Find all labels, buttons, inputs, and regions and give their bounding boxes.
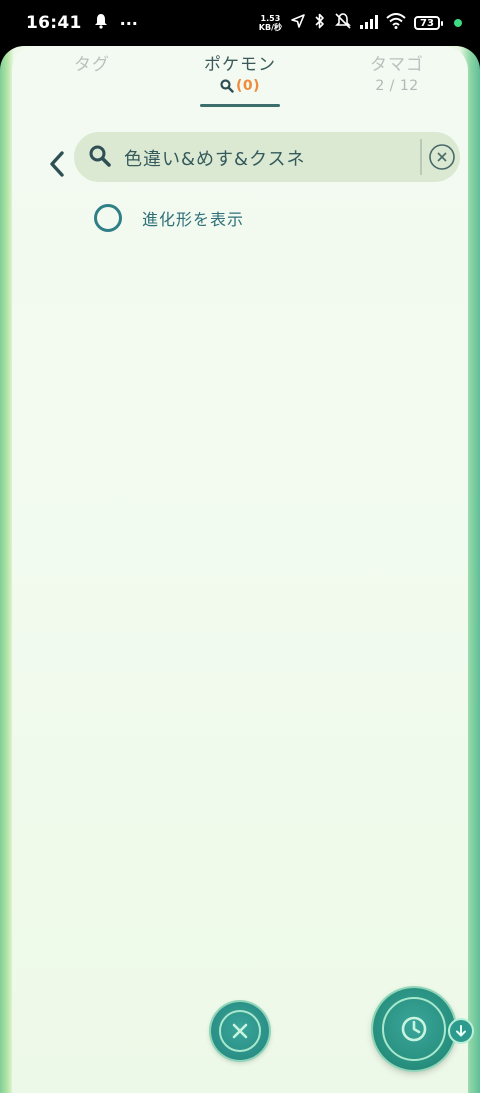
search-icon — [88, 144, 112, 172]
tab-pokemon[interactable]: ポケモン (0) — [190, 50, 290, 94]
show-evolutions-label: 進化形を表示 — [142, 210, 245, 229]
show-evolutions-option[interactable]: 進化形を表示 — [94, 202, 244, 234]
tab-egg-label: タマゴ — [370, 55, 424, 75]
privacy-indicator-dot — [454, 19, 462, 27]
close-circle-icon — [429, 144, 455, 170]
clock-time: 16:41 — [26, 13, 82, 33]
bluetooth-icon — [314, 13, 326, 33]
tab-tag[interactable]: タグ — [62, 50, 122, 75]
egg-count: 2 / 12 — [375, 78, 419, 94]
close-icon — [232, 1023, 248, 1039]
chevron-left-icon — [50, 151, 64, 177]
status-bar: 16:41 ··· 1.53 KB/秒 73 — [0, 0, 480, 46]
more-notifications-icon: ··· — [119, 13, 138, 33]
active-tab-indicator — [200, 104, 280, 107]
close-button[interactable] — [211, 1002, 269, 1060]
clock-icon — [401, 1016, 427, 1042]
tab-egg[interactable]: タマゴ 2 / 12 — [347, 50, 447, 94]
arrow-down-icon — [456, 1025, 466, 1037]
battery-icon: 73 — [414, 16, 443, 30]
back-button[interactable] — [42, 146, 72, 182]
wifi-icon — [386, 13, 406, 33]
show-evolutions-radio[interactable] — [94, 204, 122, 232]
bell-icon — [94, 13, 108, 33]
app-window: タグ ポケモン (0) タマゴ 2 / 12 色違い&めす&クスネ 進化形を表示 — [0, 46, 480, 1093]
signal-icon — [360, 14, 378, 33]
search-query-text[interactable]: 色違い&めす&クスネ — [124, 145, 306, 171]
download-badge[interactable] — [448, 1018, 474, 1044]
tab-bar: タグ ポケモン (0) タマゴ 2 / 12 — [12, 46, 468, 108]
search-small-icon — [220, 79, 234, 93]
clear-search-button[interactable] — [428, 143, 456, 171]
location-arrow-icon — [290, 13, 306, 33]
search-history-button[interactable] — [373, 988, 455, 1070]
search-divider — [420, 139, 422, 175]
network-speed: 1.53 KB/秒 — [258, 14, 282, 32]
search-field[interactable]: 色違い&めす&クスネ — [74, 132, 460, 182]
search-result-count: (0) — [220, 78, 260, 94]
pokemon-search-panel: タグ ポケモン (0) タマゴ 2 / 12 色違い&めす&クスネ 進化形を表示 — [12, 46, 474, 1093]
tab-tag-label: タグ — [74, 55, 110, 75]
silent-mode-icon — [334, 13, 352, 33]
tab-pokemon-label: ポケモン — [204, 55, 276, 75]
